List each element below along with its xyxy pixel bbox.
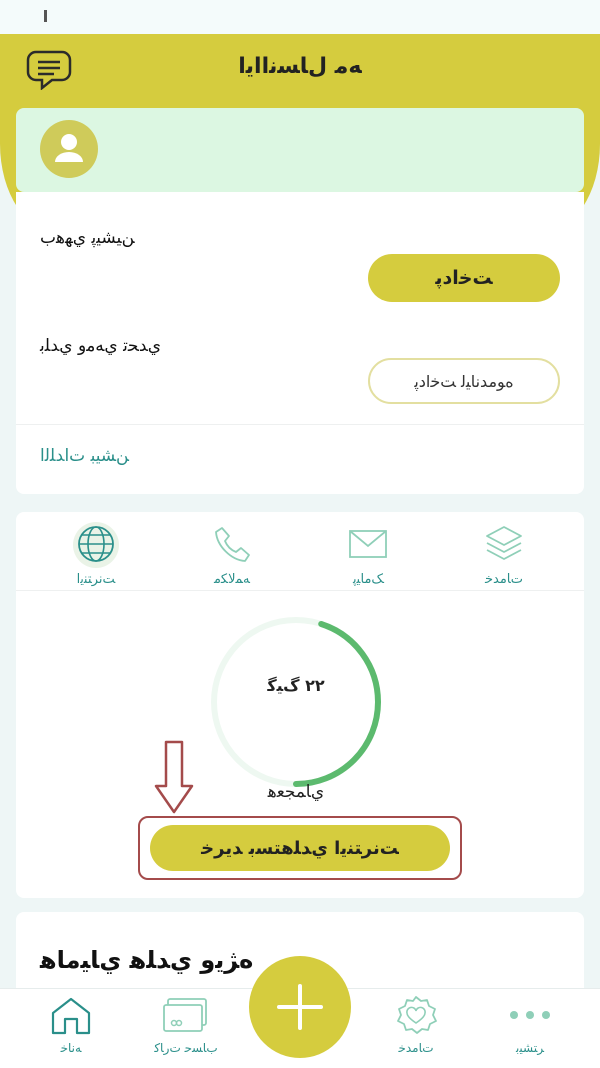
tab-internet[interactable]: ﺖﻧﺮﺘﻨﯾﺍ: [36, 518, 156, 590]
balance-label: ﻦﻴﺸﻴﭘ ﻱﻬﻫﺏ: [40, 228, 135, 248]
gauge-value: ۲۲ ﮒﯿﮔ: [267, 676, 325, 695]
tab-label-services: ﺕﺎﻣﺪﺧ: [484, 572, 524, 587]
nav-label-services: ﺕﺎﻣﺪﺧ: [398, 1041, 434, 1055]
auto-pay-button[interactable]: ﻩﻮﻣﺪﻧﺎﻴﻟ ﺖﺧﺍﺩﭘ: [368, 358, 560, 404]
nav-item-more[interactable]: ﺮﺘﺸﻴﺑ: [475, 995, 585, 1063]
tab-label-calls: ﻪﻤﻟﺎﮑﻣ: [213, 572, 251, 587]
profile-bar[interactable]: [16, 108, 584, 192]
tab-calls[interactable]: ﻪﻤﻟﺎﮑﻣ: [172, 518, 292, 590]
phone-icon: [215, 527, 250, 562]
tab-label-messages: ﮏﻣﺎﻴﭘ: [352, 572, 384, 587]
plus-icon: [277, 984, 323, 1030]
account-card: ﻦﻴﺸﻴﭘ ﻱﻬﻫﺏ ﺖﺧﺍﺩﭘ ﻱﺪﺤﺗ ﻱﻪﻣﻭ ﻱﺪﻠﺑ ﻩﻮﻣﺪﻧﺎﻴﻟ…: [16, 192, 584, 494]
avatar[interactable]: [40, 120, 98, 178]
layers-icon: [486, 526, 522, 560]
page-title: ﻪﻣ ﻝﺎﺴﻧﺍﺍﻳﺍ: [238, 54, 362, 79]
status-indicator: [44, 10, 47, 22]
debt-label: ﻱﺪﺤﺗ ﻱﻪﻣﻭ ﻱﺪﻠﺑ: [40, 336, 162, 356]
nav-label-more: ﺮﺘﺸﻴﺑ: [516, 1041, 544, 1055]
history-link[interactable]: ﻦﺸﻴﺒ ﺕﺍﺪﻠﻟﺍ: [40, 446, 129, 466]
user-icon: [55, 134, 83, 162]
usage-gauge: [211, 617, 381, 787]
usage-card: ﺖﻧﺮﺘﻨﯾﺍ ﻪﻤﻟﺎﮑﻣ ﮏﻣﺎﻴﭘ ﺕﺎﻣﺪﺧ ۲۲ ﮒﯿﮔ ﻱﺎﻤﺠﻌﻫ…: [16, 512, 584, 898]
buy-internet-package-button[interactable]: ﺖﻧﺮﺘﻨﯾﺍ ﻱﺪﻠﻫﺘﺴﺑ ﺪﻳﺮﺧ: [150, 825, 450, 871]
more-icon: [510, 1011, 550, 1019]
tab-messages[interactable]: ﮏﻣﺎﻴﭘ: [308, 518, 428, 590]
add-button[interactable]: [249, 956, 351, 1058]
mail-icon: [349, 530, 387, 558]
nav-label-card: ﺏﺎﺴﺣ ﺕﺭﺎﮐ: [154, 1041, 218, 1055]
divider: [16, 424, 584, 425]
gauge-caption: ﻱﺎﻤﺠﻌﻫ: [267, 782, 325, 802]
divider: [16, 590, 584, 591]
home-icon: [51, 997, 91, 1035]
nav-item-home[interactable]: ﻪﻧﺎﺧ: [16, 995, 126, 1063]
status-bar: [0, 0, 600, 34]
nav-label-home: ﻪﻧﺎﺧ: [60, 1041, 82, 1055]
tab-services[interactable]: ﺕﺎﻣﺪﺧ: [444, 518, 564, 590]
arrow-down-icon: [154, 740, 194, 814]
pay-button[interactable]: ﺖﺧﺍﺩﭘ: [368, 254, 560, 302]
nav-item-card[interactable]: ﺏﺎﺴﺣ ﺕﺭﺎﮐ: [131, 995, 241, 1063]
tab-label-internet: ﺖﻧﺮﺘﻨﯾﺍ: [76, 572, 116, 587]
nav-item-services[interactable]: ﺕﺎﻣﺪﺧ: [361, 995, 471, 1063]
globe-icon: [78, 526, 114, 562]
card-icon: [163, 998, 207, 1032]
badge-icon: [397, 996, 437, 1034]
chat-icon[interactable]: [26, 48, 72, 90]
offers-title: ﻩﮋﻳﻭ ﻱﺪﻠﻫ ﻱﺎﻴﻣﺎﻫ: [40, 946, 254, 974]
